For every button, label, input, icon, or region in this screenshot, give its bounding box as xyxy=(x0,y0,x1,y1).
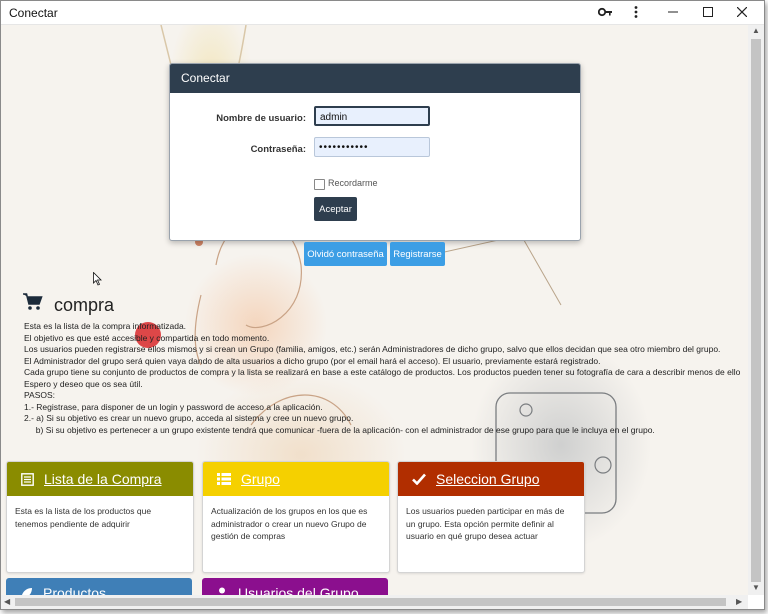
forgot-password-button[interactable]: Olvidó contraseña xyxy=(304,242,387,266)
card-productos[interactable]: Productos xyxy=(6,578,192,595)
password-field[interactable]: ••••••••••• xyxy=(314,137,430,157)
check-icon xyxy=(412,473,426,485)
maximize-icon[interactable] xyxy=(694,3,722,21)
username-label: Nombre de usuario: xyxy=(216,113,306,124)
vertical-scrollbar[interactable]: ▲ ▼ xyxy=(748,25,764,595)
remember-label: Recordarme xyxy=(328,178,378,188)
card-seleccion-grupo[interactable]: Seleccion Grupo Los usuarios pueden part… xyxy=(397,461,585,573)
shopping-cart-icon xyxy=(23,293,43,310)
card-grupo[interactable]: Grupo Actualización de los grupos en los… xyxy=(202,461,390,573)
scroll-right-icon[interactable]: ▶ xyxy=(736,597,742,606)
mouse-cursor-icon xyxy=(93,272,102,286)
card-productos-header[interactable]: Productos xyxy=(6,578,192,595)
username-field[interactable]: admin xyxy=(314,106,430,126)
scroll-up-icon[interactable]: ▲ xyxy=(752,26,760,35)
list-icon xyxy=(21,472,34,486)
window-title: Conectar xyxy=(9,6,58,20)
intro-description: Esta es la lista de la compra informatiz… xyxy=(24,321,741,435)
register-button[interactable]: Registrarse xyxy=(390,242,445,266)
card-lista-compra[interactable]: Lista de la Compra Esta es la lista de l… xyxy=(6,461,194,573)
accept-button[interactable]: Aceptar xyxy=(314,197,357,221)
th-list-icon xyxy=(217,473,231,485)
app-window: Conectar Conectar Nombre de usuario: adm… xyxy=(0,0,765,610)
card-usuarios-grupo-header[interactable]: Usuarios del Grupo xyxy=(202,578,388,595)
close-icon[interactable] xyxy=(728,3,756,21)
card-seleccion-grupo-text: Los usuarios pueden participar en más de… xyxy=(406,506,565,541)
leaf-icon xyxy=(20,587,33,595)
user-icon xyxy=(216,587,228,596)
card-usuarios-grupo-title[interactable]: Usuarios del Grupo xyxy=(238,585,359,595)
page-content: Conectar Nombre de usuario: admin Contra… xyxy=(1,25,748,595)
card-lista-compra-text: Esta es la lista de los productos que te… xyxy=(15,506,152,529)
login-dialog: Conectar Nombre de usuario: admin Contra… xyxy=(169,63,581,241)
card-seleccion-grupo-title[interactable]: Seleccion Grupo xyxy=(436,471,540,487)
title-bar: Conectar xyxy=(1,1,764,25)
card-usuarios-grupo[interactable]: Usuarios del Grupo xyxy=(202,578,388,595)
card-grupo-text: Actualización de los grupos en los que e… xyxy=(211,506,368,541)
card-grupo-title[interactable]: Grupo xyxy=(241,471,280,487)
card-productos-title[interactable]: Productos xyxy=(43,585,106,595)
horizontal-scrollbar[interactable]: ◀ ▶ xyxy=(1,595,748,609)
scroll-left-icon[interactable]: ◀ xyxy=(4,597,10,606)
card-grupo-header[interactable]: Grupo xyxy=(203,462,389,496)
horizontal-scroll-thumb[interactable] xyxy=(15,598,726,606)
key-icon[interactable] xyxy=(591,3,619,21)
vertical-scroll-thumb[interactable] xyxy=(751,39,761,582)
card-seleccion-grupo-header[interactable]: Seleccion Grupo xyxy=(398,462,584,496)
minimize-icon[interactable] xyxy=(659,3,687,21)
intro-title: compra xyxy=(54,295,115,315)
more-vert-icon[interactable] xyxy=(622,3,650,21)
remember-checkbox[interactable] xyxy=(314,179,325,190)
password-label: Contraseña: xyxy=(250,144,306,155)
scroll-down-icon[interactable]: ▼ xyxy=(752,583,760,592)
card-lista-compra-title[interactable]: Lista de la Compra xyxy=(44,471,162,487)
card-lista-compra-header[interactable]: Lista de la Compra xyxy=(7,462,193,496)
login-dialog-header: Conectar xyxy=(170,64,580,93)
